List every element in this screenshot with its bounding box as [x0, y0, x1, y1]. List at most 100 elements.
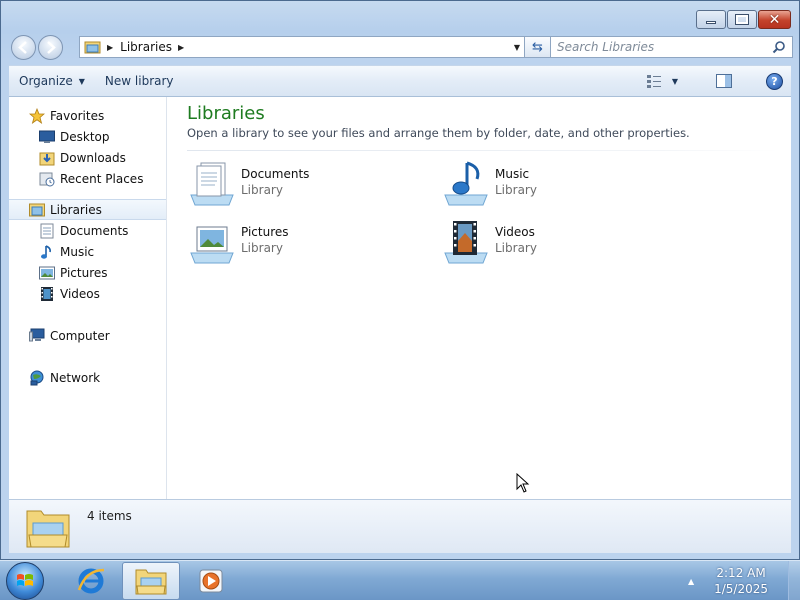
nav-label: Libraries [50, 202, 102, 217]
show-desktop-button[interactable] [788, 561, 800, 600]
internet-explorer-icon [77, 568, 105, 594]
command-bar: Organize ▼ New library ▼ ? [9, 65, 791, 97]
header-divider [187, 150, 779, 151]
library-grid: Documents Library Music Library Pictures… [187, 159, 779, 265]
search-box[interactable] [550, 36, 793, 58]
nav-documents[interactable]: Documents [9, 220, 166, 241]
help-icon[interactable]: ? [766, 72, 783, 90]
close-icon: ✕ [768, 11, 781, 28]
nav-libraries[interactable]: Libraries [9, 199, 166, 220]
nav-desktop[interactable]: Desktop [9, 126, 166, 147]
maximize-button[interactable] [727, 10, 757, 29]
preview-pane-icon[interactable] [716, 74, 732, 88]
nav-label: Network [50, 370, 101, 385]
address-row: ▶ Libraries ▶ ▼ ⇆ [9, 35, 793, 60]
nav-videos[interactable]: Videos [9, 283, 166, 304]
library-name: Documents [241, 167, 310, 181]
pictures-icon [39, 265, 55, 281]
system-tray: ▲ 2:12 AM 1/5/2025 [688, 561, 800, 600]
taskbar-media-player[interactable] [182, 562, 240, 600]
pictures-library-icon [190, 226, 234, 264]
nav-label: Computer [50, 328, 110, 343]
nav-label: Desktop [60, 129, 110, 144]
show-hidden-icons-icon[interactable]: ▲ [688, 577, 694, 586]
content-area: Favorites Desktop Downloads Recent Place… [9, 97, 791, 499]
clock-date: 1/5/2025 [714, 582, 768, 596]
nav-recent-places[interactable]: Recent Places [9, 168, 166, 189]
documents-library-icon [190, 162, 234, 206]
search-input[interactable] [551, 37, 761, 57]
breadcrumb-chevron-icon[interactable]: ▶ [178, 43, 184, 52]
library-name: Pictures [241, 225, 289, 239]
clock-time: 2:12 AM [716, 566, 766, 580]
nav-computer[interactable]: Computer [9, 325, 166, 346]
music-library-icon [444, 161, 488, 206]
music-icon [39, 244, 55, 260]
breadcrumb-separator-icon[interactable]: ▶ [107, 43, 113, 52]
forward-button[interactable] [38, 35, 63, 60]
refresh-button[interactable]: ⇆ [525, 36, 551, 58]
navigation-pane: Favorites Desktop Downloads Recent Place… [9, 97, 167, 499]
nav-label: Favorites [50, 108, 105, 123]
organize-label: Organize [19, 74, 73, 88]
clock[interactable]: 2:12 AM 1/5/2025 [714, 565, 768, 597]
forward-arrow-icon [47, 41, 56, 54]
item-count: 4 items [87, 508, 132, 523]
maximize-icon [735, 14, 749, 25]
minimize-button[interactable] [696, 10, 726, 29]
library-type: Library [241, 241, 283, 255]
chevron-down-icon: ▼ [78, 76, 85, 86]
view-dropdown-icon[interactable]: ▼ [672, 77, 678, 86]
windows-logo-icon [17, 574, 33, 586]
library-item-music[interactable]: Music Library [441, 159, 695, 207]
nav-favorites[interactable]: Favorites [9, 105, 166, 126]
nav-label: Downloads [60, 150, 126, 165]
network-icon [29, 370, 45, 386]
breadcrumb-libraries[interactable]: Libraries [120, 40, 172, 54]
nav-pictures[interactable]: Pictures [9, 262, 166, 283]
page-description: Open a library to see your files and arr… [187, 126, 690, 140]
videos-icon [39, 286, 55, 302]
library-type: Library [495, 241, 537, 255]
library-item-documents[interactable]: Documents Library [187, 159, 441, 207]
desktop-icon [39, 129, 55, 145]
back-button[interactable] [11, 35, 36, 60]
nav-music[interactable]: Music [9, 241, 166, 262]
address-bar[interactable]: ▶ Libraries ▶ ▼ [79, 36, 525, 58]
explorer-window: ✕ ▶ Libraries ▶ ▼ ⇆ Search Libraries Org… [0, 0, 800, 560]
library-item-videos[interactable]: Videos Library [441, 217, 695, 265]
nav-label: Documents [60, 223, 129, 238]
organize-button[interactable]: Organize ▼ [9, 66, 95, 96]
star-icon [29, 107, 45, 124]
taskbar-windows-explorer[interactable] [122, 562, 180, 600]
nav-downloads[interactable]: Downloads [9, 147, 166, 168]
taskbar-internet-explorer[interactable] [62, 562, 120, 600]
address-dropdown-icon[interactable]: ▼ [514, 43, 520, 52]
page-title: Libraries [187, 103, 265, 124]
nav-label: Videos [60, 286, 100, 301]
new-library-button[interactable]: New library [95, 66, 184, 96]
change-view-button[interactable]: ▼ [646, 74, 678, 88]
library-type: Library [495, 183, 537, 197]
nav-network[interactable]: Network [9, 367, 166, 388]
refresh-icon: ⇆ [532, 39, 543, 55]
videos-library-icon [444, 221, 488, 264]
close-button[interactable]: ✕ [758, 10, 791, 29]
library-name: Videos [495, 225, 535, 239]
nav-label: Music [60, 244, 95, 259]
view-options-icon [646, 75, 661, 88]
library-name: Music [495, 167, 530, 181]
libraries-large-icon [26, 510, 70, 547]
search-icon[interactable] [772, 40, 786, 54]
windows-explorer-icon [135, 569, 167, 595]
window-controls: ✕ [696, 10, 791, 29]
details-pane: 4 items [9, 499, 791, 553]
libraries-icon [29, 202, 45, 218]
start-button[interactable] [6, 562, 44, 600]
main-pane: Libraries Open a library to see your fil… [167, 97, 791, 499]
library-item-pictures[interactable]: Pictures Library [187, 217, 441, 265]
media-player-icon [199, 569, 223, 593]
